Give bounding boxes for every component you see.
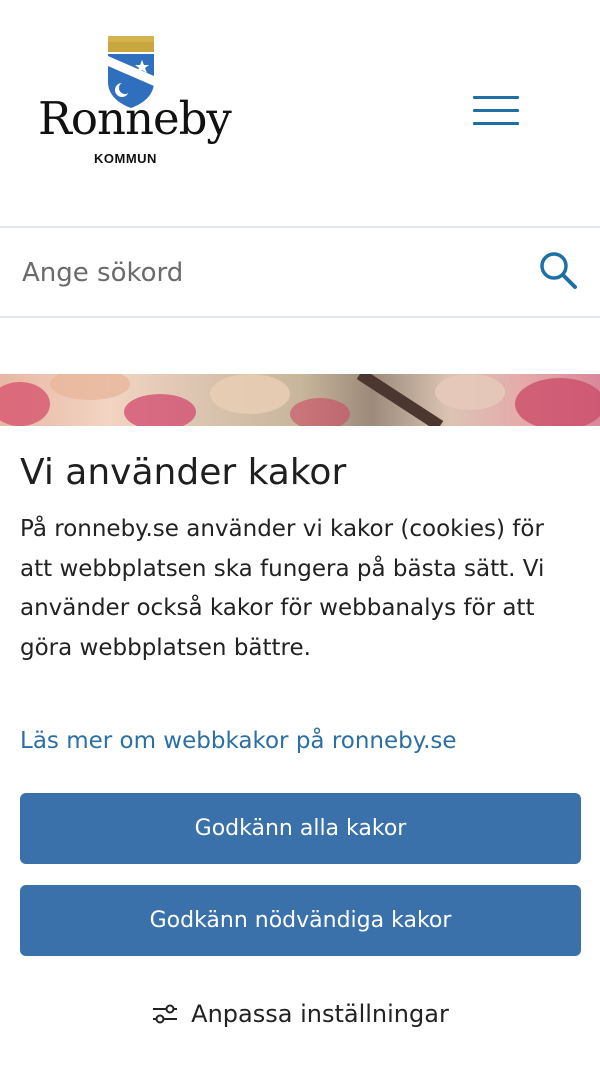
hamburger-menu-icon [473, 96, 519, 99]
search-bar [0, 226, 600, 318]
sliders-icon [153, 1004, 178, 1024]
cookie-info-link[interactable]: Läs mer om webbkakor på ronneby.se [20, 728, 457, 754]
cookie-banner: Vi använder kakor På ronneby.se använder… [0, 426, 600, 1065]
accept-necessary-cookies-button[interactable]: Godkänn nödvändiga kakor [20, 885, 581, 956]
logo-subtitle: KOMMUN [94, 151, 157, 166]
hero-image [0, 374, 600, 426]
hamburger-menu-icon [473, 122, 519, 125]
search-icon[interactable] [538, 250, 578, 290]
site-header: Ronneby KOMMUN [0, 0, 600, 226]
customize-settings-label: Anpassa inställningar [191, 1000, 449, 1028]
site-logo[interactable]: Ronneby KOMMUN [38, 36, 232, 171]
cookie-title: Vi använder kakor [20, 452, 347, 493]
cookie-description: På ronneby.se använder vi kakor (cookies… [20, 516, 545, 661]
autumn-leaves-image [0, 374, 600, 426]
accept-all-cookies-button[interactable]: Godkänn alla kakor [20, 793, 581, 864]
customize-settings-button[interactable]: Anpassa inställningar [0, 994, 600, 1034]
hamburger-menu-icon [473, 109, 519, 112]
search-input[interactable] [22, 248, 502, 298]
menu-button[interactable] [470, 92, 522, 132]
logo-wordmark: Ronneby [38, 92, 232, 145]
